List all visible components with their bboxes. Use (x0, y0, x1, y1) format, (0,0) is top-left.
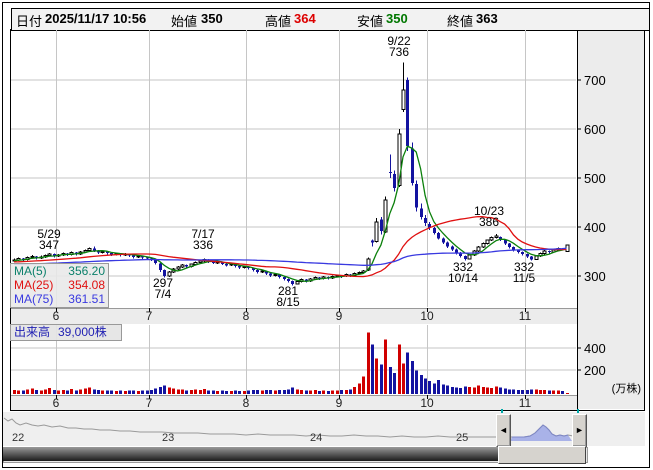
annotation-10-14: 33210/14 (441, 262, 485, 284)
month-label-bottom-11: 11 (513, 396, 537, 410)
annotation-7-4: 2977/4 (143, 278, 183, 300)
volume-tick-200: 200 (584, 363, 606, 378)
volume-unit-label: (万株) (584, 380, 641, 396)
high-value: 364 (294, 11, 316, 26)
annotation-7-17: 7/17336 (183, 229, 223, 251)
month-label-bottom-6: 6 (44, 396, 68, 410)
close-label: 終値 (447, 11, 473, 30)
ma25-row: MA(25)354.08 (11, 278, 108, 292)
price-tick-600: 600 (584, 122, 606, 137)
year-label-23: 23 (162, 432, 174, 444)
year-label-22: 22 (12, 432, 24, 444)
price-tick-500: 500 (584, 171, 606, 186)
ma-legend: MA(5)356.20 MA(25)354.08 MA(75)361.51 (10, 263, 109, 308)
year-label-24: 24 (310, 432, 322, 444)
month-label-bottom-8: 8 (234, 396, 258, 410)
month-label-top-11: 11 (513, 309, 537, 323)
price-tick-400: 400 (584, 220, 606, 235)
low-value: 350 (386, 11, 408, 26)
annotation-5-29: 5/29347 (29, 229, 69, 251)
range-handle-mark-left-top (501, 409, 503, 413)
range-minimap[interactable] (3, 412, 645, 446)
annotation-10-23: 10/23386 (467, 206, 511, 228)
range-handle-mark-right-top (577, 409, 579, 413)
time-scrollbar-filled (3, 447, 499, 461)
price-tick-700: 700 (584, 73, 606, 88)
high-label: 高値 (265, 11, 291, 30)
open-label: 始値 (171, 11, 197, 30)
month-label-top-9: 9 (327, 309, 351, 323)
time-scrollbar-thumb[interactable] (498, 446, 586, 464)
annotation-11-5: 33211/5 (504, 262, 544, 284)
month-label-bottom-10: 10 (415, 396, 439, 410)
range-right-arrow-button[interactable]: ► (572, 414, 587, 447)
annotation-9-22: 9/22736 (379, 36, 419, 58)
annotation-8-15: 2818/15 (268, 286, 308, 308)
ma75-row: MA(75)361.51 (11, 292, 108, 306)
month-label-bottom-9: 9 (327, 396, 351, 410)
month-label-top-10: 10 (415, 309, 439, 323)
low-label: 安値 (357, 11, 383, 30)
price-tick-300: 300 (584, 269, 606, 284)
month-label-top-8: 8 (234, 309, 258, 323)
month-label-top-7: 7 (137, 309, 161, 323)
year-label-25: 25 (456, 432, 468, 444)
quote-header: 日付 2025/11/17 10:56 始値 350 高値 364 安値 350… (11, 8, 650, 31)
range-left-arrow-button[interactable]: ◄ (496, 414, 511, 447)
volume-tick-400: 400 (584, 341, 606, 356)
month-axis-bottom (11, 395, 577, 410)
date-value: 2025/11/17 10:56 (45, 11, 146, 26)
volume-legend: 出来高39,000株 (10, 324, 122, 341)
month-label-bottom-7: 7 (137, 396, 161, 410)
stock-chart-app: { "header": { "date_label": "日付", "date_… (0, 0, 653, 470)
ma5-row: MA(5)356.20 (11, 264, 108, 278)
close-value: 363 (476, 11, 498, 26)
date-label: 日付 (16, 11, 42, 30)
open-value: 350 (201, 11, 223, 26)
month-label-top-6: 6 (44, 309, 68, 323)
month-axis-top (11, 308, 577, 324)
